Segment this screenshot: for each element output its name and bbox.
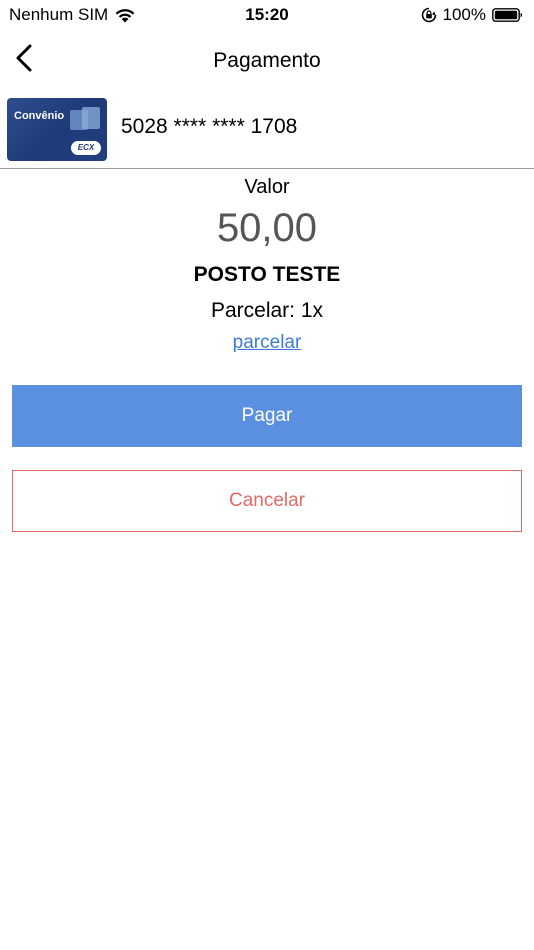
card-chip-icon (70, 107, 100, 130)
card-image: Convênio ECX (7, 98, 107, 161)
selected-card[interactable]: Convênio ECX 5028 **** **** 1708 (0, 96, 534, 168)
merchant-name: POSTO TESTE (193, 263, 341, 286)
cancel-button[interactable]: Cancelar (12, 470, 522, 532)
card-number: 5028 **** **** 1708 (121, 115, 298, 138)
installments-link[interactable]: parcelar (233, 332, 302, 353)
battery-percent: 100% (442, 5, 486, 24)
amount-label: Valor (244, 176, 290, 198)
pay-button[interactable]: Pagar (12, 385, 522, 447)
card-thumb-label: Convênio (14, 110, 65, 122)
installments-text: Parcelar: 1x (210, 299, 324, 322)
status-bar: Nenhum SIM 15:20 100% (0, 0, 534, 32)
rotation-lock-icon (421, 7, 437, 23)
page-title: Pagamento (213, 49, 321, 72)
card-brand-logo: ECX (71, 141, 101, 155)
battery-icon (492, 7, 524, 23)
status-right: 100% (421, 5, 524, 25)
divider (0, 168, 534, 169)
amount-value: 50,00 (216, 206, 318, 250)
installments-link-wrapper: parcelar (0, 331, 534, 355)
navigation-bar: Pagamento (0, 36, 534, 84)
